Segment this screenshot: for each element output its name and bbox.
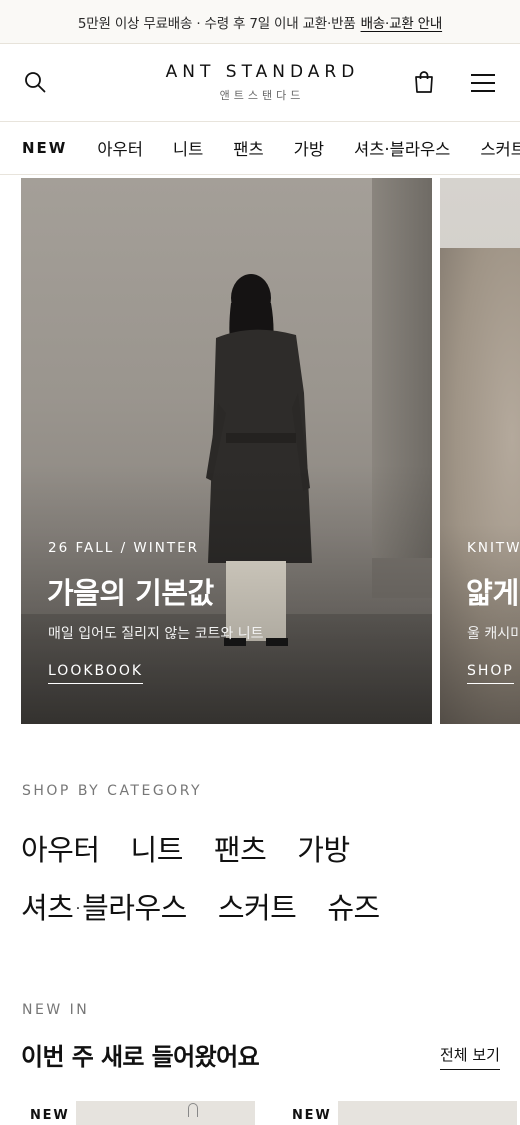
category-link-shoes[interactable]: 슈즈 xyxy=(327,885,380,927)
hero-slide-1-eyebrow: 26 FALL / WINTER xyxy=(48,540,199,556)
new-badge: NEW xyxy=(30,1108,70,1123)
category-link-knit[interactable]: 니트 xyxy=(131,827,184,869)
hero-slide-2[interactable]: KNITW 얇게 울 캐시미 SHOP xyxy=(440,178,520,724)
hero-slide-2-eyebrow: KNITW xyxy=(467,540,520,556)
new-in-label: NEW IN xyxy=(22,1002,90,1018)
hero-slide-1[interactable]: 26 FALL / WINTER 가을의 기본값 매일 입어도 질리지 않는 코… xyxy=(21,178,432,724)
category-links-row-1: 아우터 니트 팬츠 가방 xyxy=(21,827,501,869)
category-nav-item-new[interactable]: NEW xyxy=(22,139,67,157)
category-link-skirts[interactable]: 스커트 xyxy=(218,885,297,927)
brand-name-en: ANT STANDARD xyxy=(165,62,360,82)
product-list: NEW NEW xyxy=(21,1101,520,1125)
announcement-text: 5만원 이상 무료배송 · 수령 후 7일 이내 교환·반품 xyxy=(77,15,356,32)
shop-by-category-label: SHOP BY CATEGORY xyxy=(22,783,203,799)
shipping-exchange-link[interactable]: 배송·교환 안내 xyxy=(361,12,443,32)
hero-carousel[interactable]: 26 FALL / WINTER 가을의 기본값 매일 입어도 질리지 않는 코… xyxy=(0,178,520,724)
category-nav-item-knit[interactable]: 니트 xyxy=(173,136,203,160)
brand-logo[interactable]: ANT STANDARD 앤트스탠다드 xyxy=(0,62,520,103)
new-in-title: 이번 주 새로 들어왔어요 xyxy=(21,1043,260,1071)
menu-icon[interactable] xyxy=(470,73,496,93)
category-nav: NEW 아우터 니트 팬츠 가방 셔츠·블라우스 스커트 xyxy=(0,121,520,175)
category-link-pants[interactable]: 팬츠 xyxy=(214,827,267,869)
hero-slide-1-title: 가을의 기본값 xyxy=(47,576,214,610)
category-nav-item-skirts[interactable]: 스커트 xyxy=(480,136,520,160)
category-nav-item-shirts[interactable]: 셔츠·블라우스 xyxy=(354,136,450,160)
bag-icon[interactable] xyxy=(413,70,435,94)
announcement-bar: 5만원 이상 무료배송 · 수령 후 7일 이내 교환·반품 배송·교환 안내 xyxy=(0,0,520,44)
site-header: ANT STANDARD 앤트스탠다드 xyxy=(0,44,520,121)
brand-name-ko: 앤트스탠다드 xyxy=(219,89,305,102)
hero-slide-2-title: 얇게 xyxy=(466,576,520,610)
product-image[interactable] xyxy=(338,1101,517,1125)
hero-slide-2-desc: 울 캐시미 xyxy=(467,626,520,642)
category-nav-item-pants[interactable]: 팬츠 xyxy=(233,136,263,160)
category-links: 아우터 니트 팬츠 가방 셔츠·블라우스 스커트 슈즈 xyxy=(21,827,501,943)
hanger-graphic xyxy=(188,1103,198,1117)
category-nav-item-outer[interactable]: 아우터 xyxy=(97,136,143,160)
category-links-row-2: 셔츠·블라우스 스커트 슈즈 xyxy=(21,885,501,927)
product-image[interactable] xyxy=(76,1101,255,1125)
view-all-link[interactable]: 전체 보기 xyxy=(440,1044,500,1070)
hero-slide-1-desc: 매일 입어도 질리지 않는 코트와 니트 xyxy=(48,626,264,642)
new-badge: NEW xyxy=(292,1108,332,1123)
lookbook-link[interactable]: LOOKBOOK xyxy=(48,663,144,684)
category-link-bags[interactable]: 가방 xyxy=(297,827,350,869)
category-link-shirts[interactable]: 셔츠·블라우스 xyxy=(21,885,187,927)
product-card[interactable]: NEW xyxy=(283,1101,517,1125)
category-link-outer[interactable]: 아우터 xyxy=(21,827,100,869)
category-nav-item-bags[interactable]: 가방 xyxy=(294,136,324,160)
hero-slide-2-shop-link[interactable]: SHOP xyxy=(467,663,514,684)
product-card[interactable]: NEW xyxy=(21,1101,255,1125)
